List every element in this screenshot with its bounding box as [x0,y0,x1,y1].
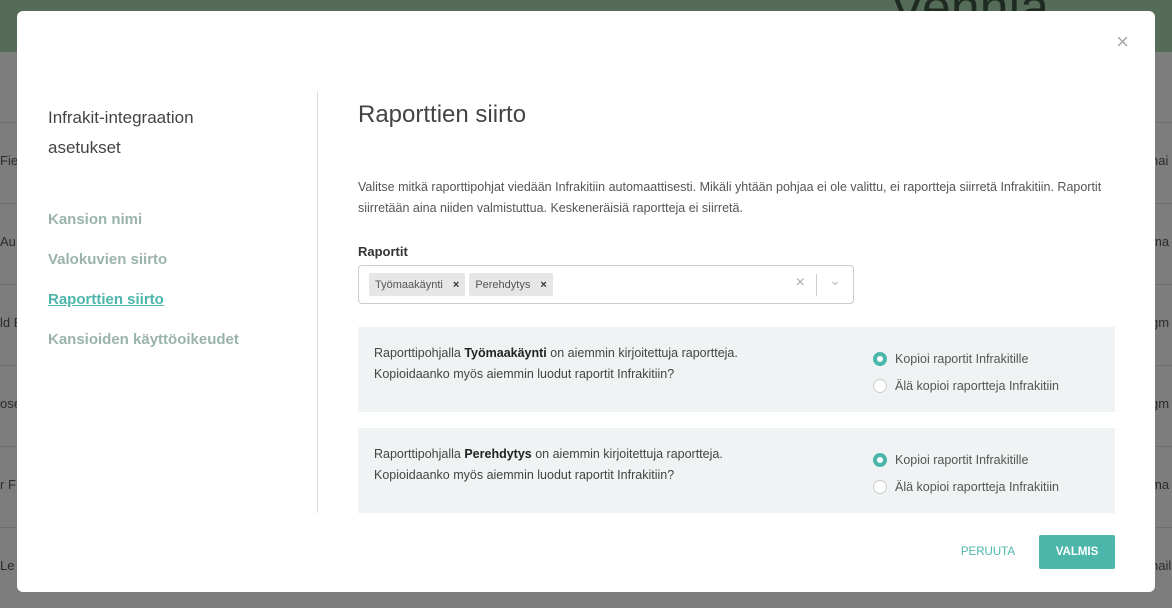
radio-checked-icon[interactable] [873,351,887,366]
radio-label: Kopioi raportit Infrakitille [895,452,1029,467]
sidebar-item-folder-name[interactable]: Kansion nimi [48,211,318,251]
settings-modal: × Infrakit-integraation asetukset Kansio… [17,11,1155,592]
copy-question-box: Raporttipohjalla Perehdytys on aiemmin k… [358,428,1115,513]
divider [317,91,318,513]
radio-unchecked-icon[interactable] [873,479,887,494]
sidebar-item-photo-transfer[interactable]: Valokuvien siirto [48,251,318,291]
chip-label: Perehdytys [475,278,531,291]
bg-text: Le [0,558,15,573]
radio-dont-copy[interactable]: Älä kopioi raportteja Infrakitiin [873,473,1059,500]
radio-dont-copy[interactable]: Älä kopioi raportteja Infrakitiin [873,372,1059,399]
radio-checked-icon[interactable] [873,452,887,467]
copy-question-box: Raporttipohjalla Työmaakäynti on aiemmin… [358,327,1115,412]
sidebar-item-report-transfer[interactable]: Raporttien siirto [48,291,318,331]
sidebar-item-folder-permissions[interactable]: Kansioiden käyttöoikeudet [48,331,318,371]
reports-multiselect[interactable]: Työmaakäynti × Perehdytys × × ⌄ [358,265,854,304]
question-text: Raporttipohjalla Työmaakäynti on aiemmin… [374,346,738,381]
sidebar: Infrakit-integraation asetukset Kansion … [48,103,318,371]
chevron-down-icon[interactable]: ⌄ [829,272,841,289]
radio-unchecked-icon[interactable] [873,378,887,393]
selected-chip: Perehdytys × [469,273,553,296]
separator [816,274,817,296]
remove-chip-icon[interactable]: × [453,279,459,291]
radio-label: Älä kopioi raportteja Infrakitiin [895,479,1059,494]
done-button[interactable]: VALMIS [1039,535,1115,569]
radio-label: Kopioi raportit Infrakitille [895,351,1029,366]
sidebar-nav: Kansion nimi Valokuvien siirto Raporttie… [48,211,318,371]
question-text: Raporttipohjalla Perehdytys on aiemmin k… [374,447,723,482]
page-title: Raporttien siirto [358,101,527,128]
chip-label: Työmaakäynti [375,278,443,291]
footer-buttons: PERUUTA VALMIS [961,535,1115,569]
radio-group: Kopioi raportit Infrakitille Älä kopioi … [873,446,1059,500]
selected-chip: Työmaakäynti × [369,273,466,296]
reports-label: Raportit [358,244,408,259]
cancel-button[interactable]: PERUUTA [961,546,1015,558]
close-icon[interactable]: × [1116,29,1129,55]
radio-label: Älä kopioi raportteja Infrakitiin [895,378,1059,393]
radio-copy[interactable]: Kopioi raportit Infrakitille [873,345,1059,372]
remove-chip-icon[interactable]: × [540,279,546,291]
main-content: Raporttien siirto Valitse mitkä raportti… [358,101,1115,513]
bg-text: Au [0,234,16,249]
bg-text: Fie [0,153,19,168]
sidebar-title: Infrakit-integraation asetukset [48,108,194,157]
description: Valitse mitkä raporttipohjat viedään Inf… [358,180,1102,215]
radio-group: Kopioi raportit Infrakitille Älä kopioi … [873,345,1059,399]
radio-copy[interactable]: Kopioi raportit Infrakitille [873,446,1059,473]
bg-text: r F [0,477,16,492]
clear-icon[interactable]: × [796,274,805,292]
